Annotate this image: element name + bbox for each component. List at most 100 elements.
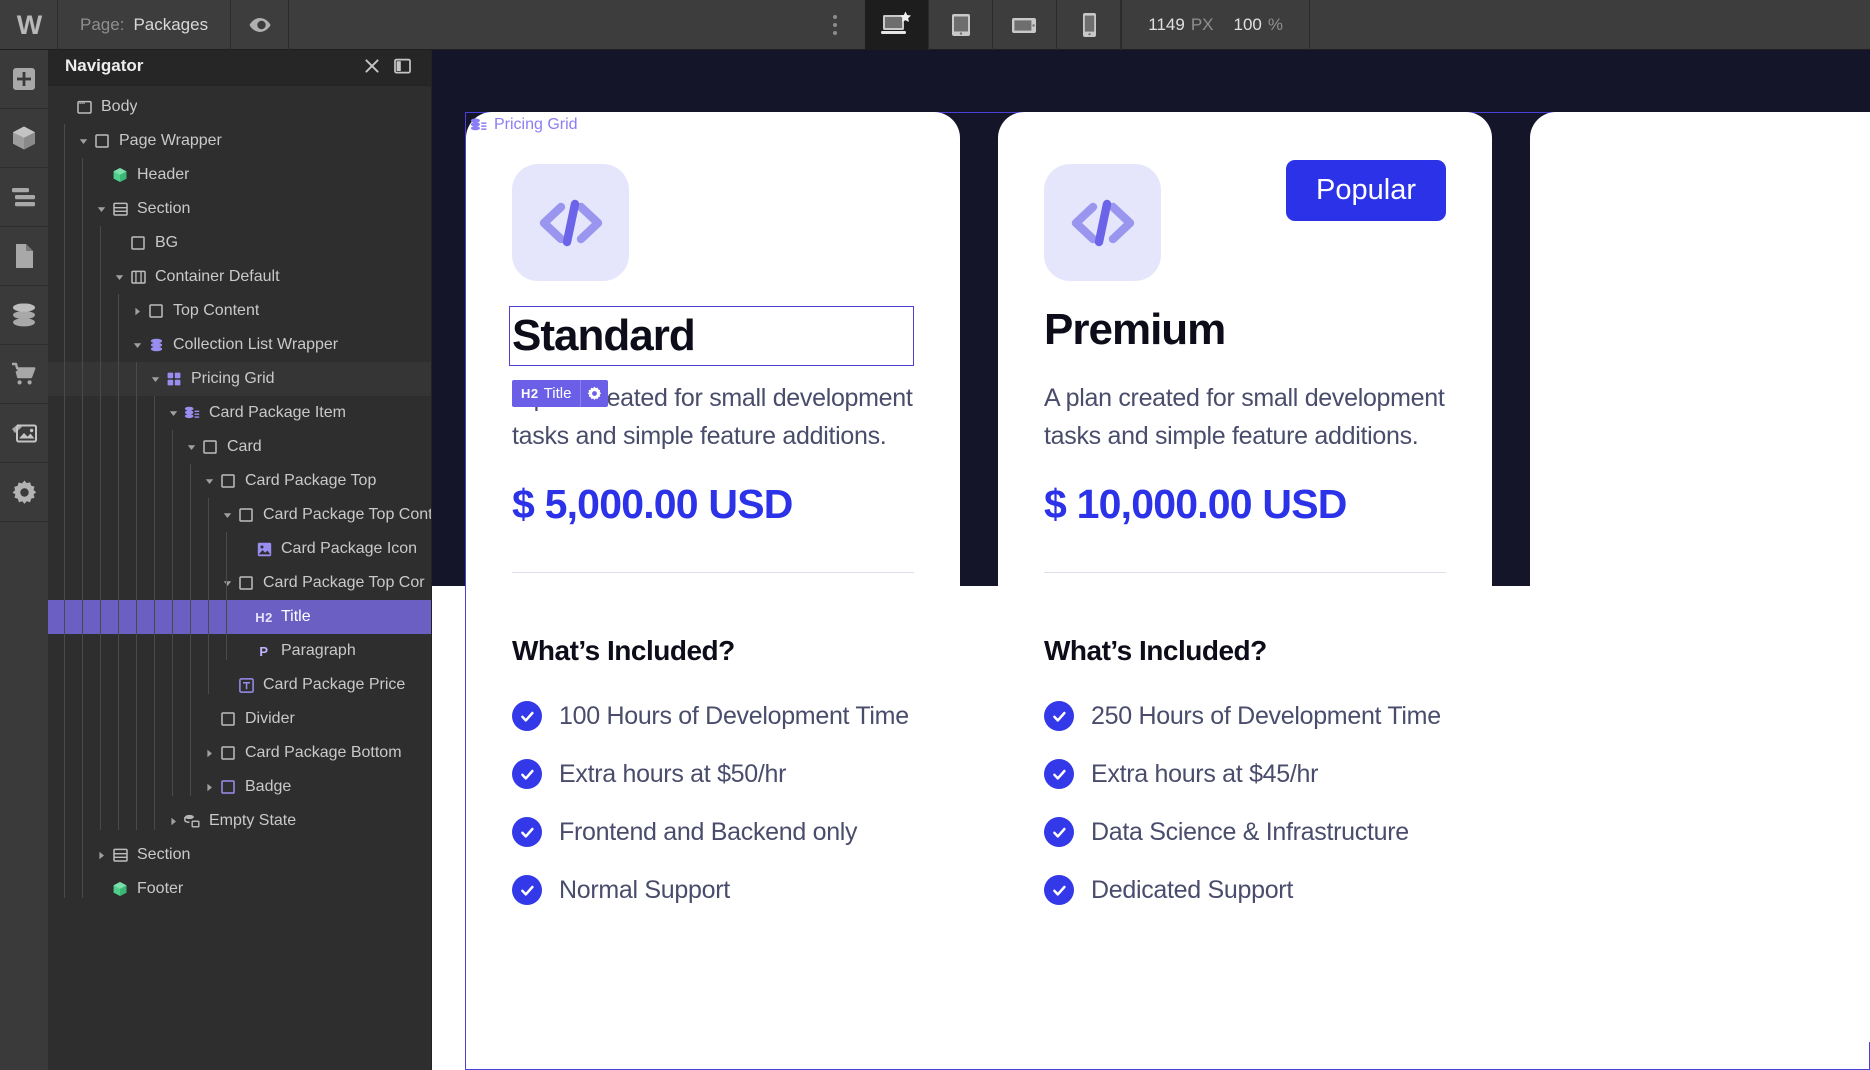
- code-brackets-icon: [537, 197, 605, 249]
- card-divider: [512, 572, 914, 573]
- body-icon: [73, 100, 95, 114]
- collapse-toggle[interactable]: [165, 409, 181, 418]
- viewport-size-display[interactable]: 1149 PX 100 %: [1121, 0, 1310, 50]
- navigator-item-card-package-price[interactable]: Card Package Price: [48, 668, 431, 702]
- chevron-down-icon[interactable]: [205, 477, 214, 486]
- rail-assets-button[interactable]: [0, 404, 48, 463]
- chevron-down-icon[interactable]: [223, 511, 232, 520]
- navigator-item-card-package-icon[interactable]: Card Package Icon: [48, 532, 431, 566]
- expand-toggle[interactable]: [201, 783, 217, 792]
- navigator-item-paragraph[interactable]: PParagraph: [48, 634, 431, 668]
- navigator-item-label: Card Package Top Conte: [263, 506, 431, 524]
- chevron-down-icon[interactable]: [187, 443, 196, 452]
- text-block-icon: [239, 678, 254, 693]
- expand-toggle[interactable]: [201, 749, 217, 758]
- breakpoint-desktop-button[interactable]: [865, 0, 929, 50]
- pricing-grid-label[interactable]: Pricing Grid: [466, 112, 582, 138]
- navigator-item-card-package-top-conte[interactable]: Card Package Top Conte: [48, 498, 431, 532]
- navigator-item-card-package-top[interactable]: Card Package Top: [48, 464, 431, 498]
- navigator-item-card-package-item[interactable]: Card Package Item: [48, 396, 431, 430]
- chevron-down-icon[interactable]: [79, 137, 88, 146]
- chevron-down-icon[interactable]: [169, 409, 178, 418]
- navigator-item-empty-state[interactable]: Empty State: [48, 804, 431, 838]
- more-options-button[interactable]: [805, 0, 865, 50]
- navigator-item-footer[interactable]: Footer: [48, 872, 431, 906]
- navigator-item-label: Card Package Icon: [281, 540, 417, 558]
- collapse-toggle[interactable]: [93, 205, 109, 214]
- expand-toggle[interactable]: [93, 851, 109, 860]
- card-title[interactable]: Standard: [510, 307, 913, 365]
- navigator-item-label: Paragraph: [281, 642, 356, 660]
- navigator-item-title[interactable]: H2Title: [48, 600, 431, 634]
- webflow-logo-button[interactable]: W: [0, 0, 58, 50]
- navigator-item-label: Card Package Bottom: [245, 744, 402, 762]
- navigator-item-pricing-grid[interactable]: Pricing Grid: [48, 362, 431, 396]
- navigator-item-label: Collection List Wrapper: [173, 336, 338, 354]
- chevron-right-icon[interactable]: [205, 749, 214, 758]
- card-package-icon: [512, 164, 629, 281]
- collapse-toggle[interactable]: [219, 511, 235, 520]
- selection-badge-settings-button[interactable]: [580, 380, 608, 407]
- breakpoint-tablet-landscape-button[interactable]: [993, 0, 1057, 50]
- navigator-item-header[interactable]: Header: [48, 158, 431, 192]
- collapse-toggle[interactable]: [183, 443, 199, 452]
- pricing-card[interactable]: H2 Title Standard A plan created for sma…: [466, 112, 960, 1042]
- navigator-item-section[interactable]: Section: [48, 838, 431, 872]
- rail-cms-button[interactable]: [0, 286, 48, 345]
- navigator-item-collection-list-wrapper[interactable]: Collection List Wrapper: [48, 328, 431, 362]
- rail-components-button[interactable]: [0, 109, 48, 168]
- breakpoint-tablet-button[interactable]: [929, 0, 993, 50]
- pricing-card[interactable]: Popular Premium A plan created for small…: [998, 112, 1492, 1042]
- chevron-right-icon[interactable]: [169, 817, 178, 826]
- preview-toggle-button[interactable]: [231, 0, 289, 50]
- selection-badge[interactable]: H2 Title: [512, 380, 608, 407]
- collapse-toggle[interactable]: [111, 273, 127, 282]
- chevron-down-icon[interactable]: [151, 375, 160, 384]
- rail-add-elements-button[interactable]: [0, 50, 48, 109]
- navigator-item-badge[interactable]: Badge: [48, 770, 431, 804]
- chevron-down-icon[interactable]: [97, 205, 106, 214]
- navigator-item-card[interactable]: Card: [48, 430, 431, 464]
- rail-navigator-button[interactable]: [0, 168, 48, 227]
- navigator-item-body[interactable]: Body: [48, 90, 431, 124]
- pricing-card[interactable]: [1530, 112, 1870, 1042]
- rail-ecommerce-button[interactable]: [0, 345, 48, 404]
- div-block-icon: [95, 134, 109, 148]
- chevron-right-icon[interactable]: [205, 783, 214, 792]
- navigator-dock-button[interactable]: [387, 51, 417, 81]
- collapse-toggle[interactable]: [219, 579, 235, 588]
- chevron-right-icon[interactable]: [97, 851, 106, 860]
- chevron-right-icon[interactable]: [133, 307, 142, 316]
- rail-pages-button[interactable]: [0, 227, 48, 286]
- text-block-icon: [235, 678, 257, 693]
- check-circle-icon: [1044, 875, 1074, 905]
- page-selector[interactable]: Page: Packages: [58, 0, 231, 50]
- expand-toggle[interactable]: [165, 817, 181, 826]
- toolbar-spacer: [289, 0, 805, 50]
- empty-state-icon: [184, 814, 200, 828]
- collapse-toggle[interactable]: [147, 375, 163, 384]
- collapse-toggle[interactable]: [75, 137, 91, 146]
- navigator-close-button[interactable]: [357, 51, 387, 81]
- navigator-item-card-package-bottom[interactable]: Card Package Bottom: [48, 736, 431, 770]
- navigator-item-top-content[interactable]: Top Content: [48, 294, 431, 328]
- card-title[interactable]: Premium: [1044, 307, 1446, 353]
- collapse-toggle[interactable]: [129, 341, 145, 350]
- navigator-panel: Navigator BodyPage WrapperHeaderSectionB…: [48, 46, 432, 1070]
- expand-toggle[interactable]: [129, 307, 145, 316]
- navigator-item-label: Pricing Grid: [191, 370, 275, 388]
- navigator-item-container-default[interactable]: Container Default: [48, 260, 431, 294]
- chevron-down-icon[interactable]: [115, 273, 124, 282]
- collapse-toggle[interactable]: [201, 477, 217, 486]
- navigator-item-bg[interactable]: BG: [48, 226, 431, 260]
- navigator-item-card-package-top-cor[interactable]: Card Package Top Cor: [48, 566, 431, 600]
- rail-settings-button[interactable]: [0, 463, 48, 522]
- chevron-down-icon[interactable]: [133, 341, 142, 350]
- breakpoint-mobile-button[interactable]: [1057, 0, 1121, 50]
- container-icon: [131, 270, 146, 284]
- navigator-item-divider[interactable]: Divider: [48, 702, 431, 736]
- design-canvas[interactable]: Pricing Grid H2 Title Standard A plan cr…: [432, 46, 1870, 1070]
- navigator-item-section[interactable]: Section: [48, 192, 431, 226]
- chevron-down-icon[interactable]: [223, 579, 232, 588]
- navigator-item-page-wrapper[interactable]: Page Wrapper: [48, 124, 431, 158]
